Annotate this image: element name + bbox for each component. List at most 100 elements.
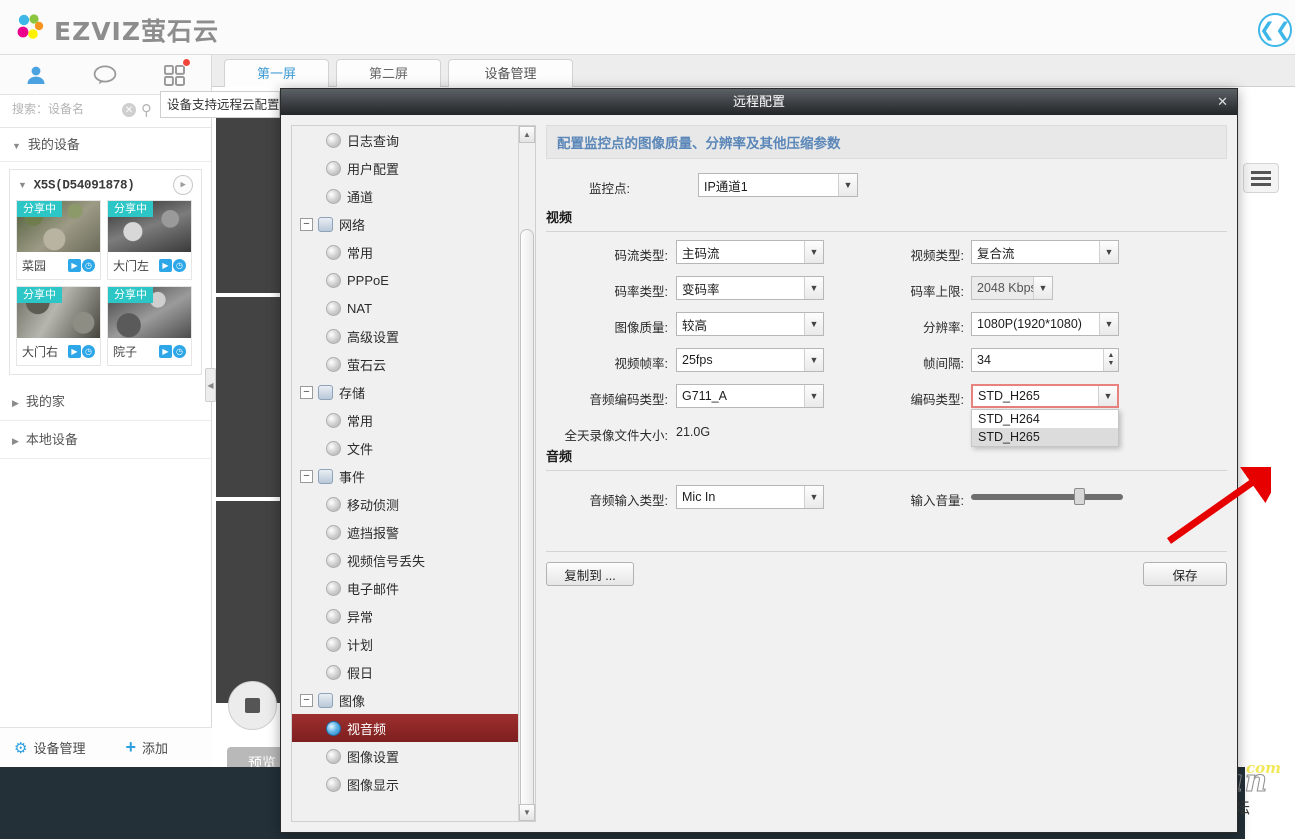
playback-clock-icon[interactable]: ◷ bbox=[82, 259, 95, 272]
sidebar-group-my-devices[interactable]: ▼ 我的设备 bbox=[0, 128, 211, 162]
playback-clock-icon[interactable]: ◷ bbox=[173, 259, 186, 272]
grid-icon[interactable] bbox=[154, 58, 194, 91]
tree-item-12[interactable]: − 事件 bbox=[292, 462, 518, 490]
search-input[interactable] bbox=[10, 101, 120, 117]
tab-screen-one[interactable]: 第一屏 bbox=[224, 59, 329, 87]
tree-item-label: 萤石云 bbox=[347, 357, 387, 373]
chat-icon[interactable] bbox=[85, 59, 125, 91]
tree-item-14[interactable]: 遮挡报警 bbox=[292, 518, 518, 546]
tree-item-23[interactable]: 图像显示 bbox=[292, 770, 518, 798]
tab-device-management[interactable]: 设备管理 bbox=[448, 59, 573, 87]
spinner-icon[interactable]: ▲ ▼ bbox=[1103, 349, 1118, 371]
dropdown-option-h264[interactable]: STD_H264 bbox=[972, 410, 1118, 428]
gear-node-icon bbox=[326, 552, 341, 568]
tree-item-9[interactable]: − 存储 bbox=[292, 378, 518, 406]
camera-thumbnail: 分享中 bbox=[108, 287, 191, 338]
add-device-button[interactable]: + 添加 bbox=[125, 737, 168, 758]
video-codec-select[interactable]: STD_H265 ▼ bbox=[971, 384, 1119, 408]
tree-item-13[interactable]: 移动侦测 bbox=[292, 490, 518, 518]
audio-input-value: Mic In bbox=[682, 490, 716, 504]
tree-item-22[interactable]: 图像设置 bbox=[292, 742, 518, 770]
search-icon[interactable]: ⚲ bbox=[141, 101, 152, 119]
tree-item-2[interactable]: 通道 bbox=[292, 182, 518, 210]
stream-type-select[interactable]: 主码流 ▼ bbox=[676, 240, 824, 264]
tree-item-6[interactable]: NAT bbox=[292, 294, 518, 322]
tree-collapse-icon[interactable]: − bbox=[300, 385, 313, 399]
playback-clock-icon[interactable]: ◷ bbox=[173, 345, 186, 358]
dropdown-option-h265[interactable]: STD_H265 bbox=[972, 428, 1118, 446]
tree-item-0[interactable]: 日志查询 bbox=[292, 126, 518, 154]
live-view-icon[interactable]: ▶ bbox=[68, 345, 81, 358]
gear-node-icon bbox=[326, 720, 341, 736]
tree-item-15[interactable]: 视频信号丢失 bbox=[292, 546, 518, 574]
back-arrow-circle-icon[interactable]: ❮❮ bbox=[1258, 13, 1292, 47]
tree-item-16[interactable]: 电子邮件 bbox=[292, 574, 518, 602]
video-codec-dropdown[interactable]: STD_H264 STD_H265 bbox=[971, 409, 1119, 447]
close-icon[interactable]: ✕ bbox=[1217, 89, 1228, 115]
gear-node-icon bbox=[326, 776, 341, 792]
resolution-select[interactable]: 1080P(1920*1080) ▼ bbox=[971, 312, 1119, 336]
stop-button[interactable] bbox=[228, 681, 277, 730]
tree-item-18[interactable]: 计划 bbox=[292, 630, 518, 658]
tree-item-label: 图像显示 bbox=[347, 777, 400, 793]
tree-scrollbar[interactable]: ▲ ▼ bbox=[518, 126, 535, 821]
scroll-down-icon[interactable]: ▼ bbox=[519, 804, 535, 821]
brand-bar: EZVIZ萤石云 ❮❮ bbox=[0, 0, 1295, 55]
tree-collapse-icon[interactable]: − bbox=[300, 469, 313, 483]
camera-tile[interactable]: 分享中 院子 ▶ ◷ bbox=[107, 286, 192, 366]
scroll-up-icon[interactable]: ▲ bbox=[519, 126, 535, 143]
copy-to-button[interactable]: 复制到 ... bbox=[546, 562, 634, 586]
clear-icon[interactable]: ✕ bbox=[122, 103, 136, 117]
playback-clock-icon[interactable]: ◷ bbox=[82, 345, 95, 358]
image-quality-select[interactable]: 较高 ▼ bbox=[676, 312, 824, 336]
audio-codec-select[interactable]: G711_A ▼ bbox=[676, 384, 824, 408]
input-volume-slider[interactable] bbox=[971, 485, 1123, 509]
tree-item-5[interactable]: PPPoE bbox=[292, 266, 518, 294]
add-device-label: 添加 bbox=[141, 741, 168, 756]
tree-item-8[interactable]: 萤石云 bbox=[292, 350, 518, 378]
tree-item-7[interactable]: 高级设置 bbox=[292, 322, 518, 350]
live-view-icon[interactable]: ▶ bbox=[68, 259, 81, 272]
person-icon[interactable] bbox=[16, 59, 56, 100]
camera-thumbnail: 分享中 bbox=[17, 287, 100, 338]
device-card-title[interactable]: ▼ X5S(D54091878) ▶ bbox=[10, 170, 201, 200]
tree-item-4[interactable]: 常用 bbox=[292, 238, 518, 266]
frame-rate-select[interactable]: 25fps ▼ bbox=[676, 348, 824, 372]
slider-knob[interactable] bbox=[1074, 488, 1086, 505]
audio-input-select[interactable]: Mic In ▼ bbox=[676, 485, 824, 509]
channel-select[interactable]: IP通道1 ▼ bbox=[698, 173, 858, 197]
sidebar-group-my-home[interactable]: ▶ 我的家 bbox=[0, 383, 211, 421]
tree-item-selected[interactable]: 视音频 bbox=[292, 714, 518, 742]
camera-tile[interactable]: 分享中 菜园 ▶ ◷ bbox=[16, 200, 101, 280]
tree-item-20[interactable]: − 图像 bbox=[292, 686, 518, 714]
sidebar-group-local-devices[interactable]: ▶ 本地设备 bbox=[0, 421, 211, 459]
tree-item-19[interactable]: 假日 bbox=[292, 658, 518, 686]
play-icon[interactable]: ▶ bbox=[173, 175, 193, 195]
frame-gap-label: 帧间隔: bbox=[923, 357, 964, 371]
scrollbar-thumb[interactable] bbox=[520, 229, 534, 809]
tree-item-3[interactable]: − 网络 bbox=[292, 210, 518, 238]
save-button[interactable]: 保存 bbox=[1143, 562, 1227, 586]
camera-tile[interactable]: 分享中 大门右 ▶ ◷ bbox=[16, 286, 101, 366]
hamburger-menu-icon[interactable] bbox=[1243, 163, 1279, 193]
stream-type-value: 主码流 bbox=[682, 246, 720, 261]
chevron-down-icon: ▼ bbox=[1099, 313, 1118, 335]
gear-node-icon bbox=[326, 160, 341, 176]
video-type-select[interactable]: 复合流 ▼ bbox=[971, 240, 1119, 264]
camera-tile[interactable]: 分享中 大门左 ▶ ◷ bbox=[107, 200, 192, 280]
frame-gap-stepper[interactable]: 34 ▲ ▼ bbox=[971, 348, 1119, 372]
device-management-button[interactable]: ⚙ 设备管理 bbox=[14, 738, 85, 757]
bitrate-type-select[interactable]: 变码率 ▼ bbox=[676, 276, 824, 300]
tree-item-17[interactable]: 异常 bbox=[292, 602, 518, 630]
tree-collapse-icon[interactable]: − bbox=[300, 693, 313, 707]
live-view-icon[interactable]: ▶ bbox=[159, 345, 172, 358]
tree-collapse-icon[interactable]: − bbox=[300, 217, 313, 231]
audio-section-title: 音频 bbox=[546, 449, 573, 464]
config-pane: 配置监控点的图像质量、分辨率及其他压缩参数 监控点: IP通道1 ▼ 视频 码流… bbox=[546, 125, 1227, 822]
tree-item-11[interactable]: 文件 bbox=[292, 434, 518, 462]
tab-screen-two[interactable]: 第二屏 bbox=[336, 59, 441, 87]
sidebar-collapse-handle[interactable]: ◀ bbox=[205, 368, 216, 402]
tree-item-1[interactable]: 用户配置 bbox=[292, 154, 518, 182]
live-view-icon[interactable]: ▶ bbox=[159, 259, 172, 272]
tree-item-10[interactable]: 常用 bbox=[292, 406, 518, 434]
